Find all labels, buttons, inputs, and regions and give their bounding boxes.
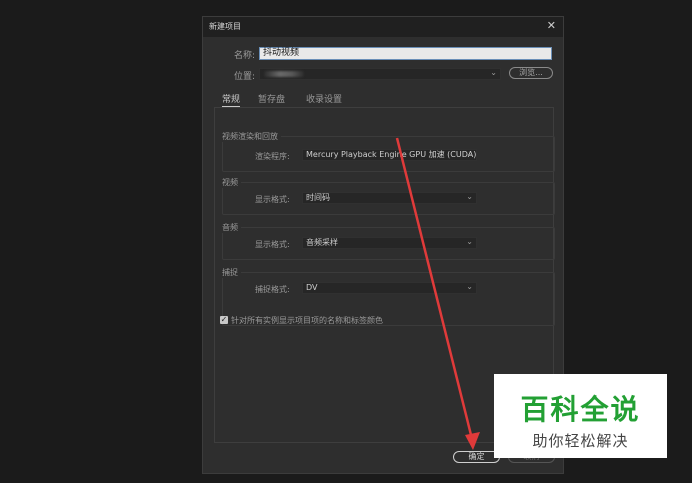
watermark-title: 百科全说 — [520, 393, 641, 426]
dialog-titlebar: 新建项目 ✕ — [203, 17, 563, 37]
dialog-title: 新建项目 — [209, 22, 241, 31]
label-color-checkbox-label: 针对所有实例显示项目项的名称和标签颜色 — [231, 316, 383, 325]
tab-general[interactable]: 常规 — [222, 92, 241, 107]
location-label: 位置: — [234, 72, 256, 82]
capture-format-dropdown[interactable]: DV ⌄ — [302, 282, 477, 294]
watermark-subtitle: 助你轻松解决 — [532, 432, 629, 450]
capture-group-title: 捕捉 — [222, 267, 241, 278]
capture-format-value: DV — [306, 283, 318, 292]
render-group-title: 视频渲染和回放 — [222, 131, 281, 142]
browse-button[interactable]: 浏览... — [509, 67, 553, 79]
chevron-down-icon: ⌄ — [466, 192, 473, 201]
chevron-down-icon: ⌄ — [466, 237, 473, 246]
location-select[interactable]: ⌄ — [259, 68, 501, 80]
tab-ingest-settings[interactable]: 收录设置 — [306, 92, 342, 105]
project-name-input[interactable]: 抖动视频 — [259, 47, 552, 60]
close-icon[interactable]: ✕ — [547, 19, 556, 32]
video-group-title: 视频 — [222, 177, 241, 188]
audio-group: 音频 显示格式: 音频采样 ⌄ — [222, 222, 555, 260]
audio-display-format-label: 显示格式: — [255, 240, 290, 249]
renderer-value: Mercury Playback Engine GPU 加速 (CUDA) — [306, 150, 477, 159]
chevron-down-icon: ⌄ — [466, 282, 473, 291]
name-label: 名称: — [234, 51, 256, 61]
renderer-dropdown[interactable]: Mercury Playback Engine GPU 加速 (CUDA) ⌄ — [302, 149, 477, 161]
checkmark-icon[interactable]: ✓ — [220, 316, 228, 324]
audio-format-value: 音频采样 — [306, 238, 338, 247]
audio-group-title: 音频 — [222, 222, 241, 233]
chevron-down-icon: ⌄ — [466, 149, 473, 158]
video-format-value: 时间码 — [306, 193, 330, 202]
capture-format-label: 捕捉格式: — [255, 285, 290, 294]
render-group: 视频渲染和回放 渲染程序: Mercury Playback Engine GP… — [222, 131, 555, 172]
video-group: 视频 显示格式: 时间码 ⌄ — [222, 177, 555, 215]
renderer-label: 渲染程序: — [255, 152, 290, 161]
audio-format-dropdown[interactable]: 音频采样 ⌄ — [302, 237, 477, 249]
chevron-down-icon: ⌄ — [490, 68, 497, 77]
watermark-logo: 百科全说 助你轻松解决 — [494, 374, 667, 458]
video-display-format-label: 显示格式: — [255, 195, 290, 204]
video-format-dropdown[interactable]: 时间码 ⌄ — [302, 192, 477, 204]
ok-button[interactable]: 确定 — [453, 451, 500, 463]
blurred-path — [264, 71, 304, 77]
tab-scratch-disks[interactable]: 暂存盘 — [258, 92, 285, 105]
